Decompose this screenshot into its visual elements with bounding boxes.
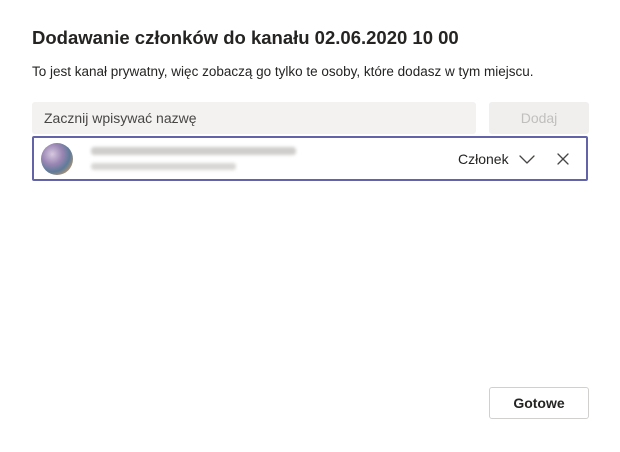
close-icon[interactable] — [554, 150, 572, 168]
done-button[interactable]: Gotowe — [489, 387, 589, 419]
add-members-dialog: Dodawanie członków do kanału 02.06.2020 … — [0, 0, 620, 452]
add-button[interactable]: Dodaj — [489, 102, 589, 134]
dialog-title: Dodawanie członków do kanału 02.06.2020 … — [32, 27, 459, 48]
member-name-redacted — [91, 147, 296, 155]
member-role-label[interactable]: Członek — [458, 151, 509, 167]
dialog-subtitle: To jest kanał prywatny, więc zobaczą go … — [32, 64, 534, 79]
member-detail-redacted — [91, 163, 236, 170]
people-search-input[interactable] — [32, 102, 476, 134]
avatar — [41, 143, 73, 175]
member-row: Członek — [32, 136, 588, 181]
chevron-down-icon[interactable] — [518, 151, 536, 167]
